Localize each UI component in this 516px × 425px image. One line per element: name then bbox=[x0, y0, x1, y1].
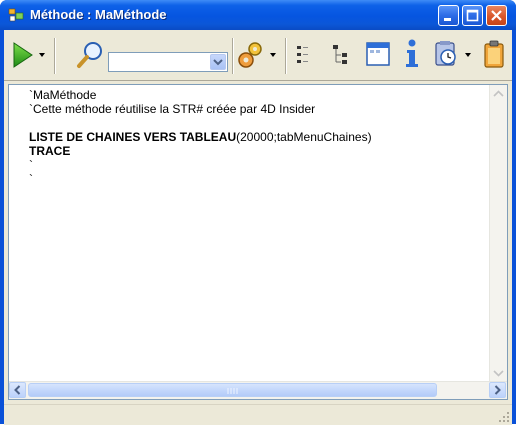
code-line: TRACE bbox=[29, 144, 71, 158]
method-window: Méthode : MaMéthode `MaMéthode `Cette mé… bbox=[0, 0, 516, 425]
scroll-left-button[interactable] bbox=[9, 382, 26, 398]
info-icon[interactable] bbox=[402, 38, 422, 70]
minimize-button[interactable] bbox=[438, 5, 459, 26]
chevron-down-icon bbox=[213, 59, 223, 66]
scroll-down-button[interactable] bbox=[490, 365, 507, 382]
window-client: `MaMéthode `Cette méthode réutilise la S… bbox=[4, 30, 512, 425]
vertical-scrollbar[interactable] bbox=[489, 85, 507, 382]
form-icon[interactable] bbox=[364, 40, 392, 68]
clock-dropdown-arrow[interactable] bbox=[464, 52, 472, 58]
toolbar bbox=[4, 30, 512, 81]
tree-icon[interactable] bbox=[332, 43, 352, 67]
chevron-left-icon bbox=[14, 385, 21, 395]
code-line: LISTE DE CHAINES VERS TABLEAU(20000;tabM… bbox=[29, 130, 372, 144]
combo-dropdown-button[interactable] bbox=[210, 54, 226, 70]
code-line: `MaMéthode bbox=[29, 88, 97, 102]
resize-grip-icon[interactable] bbox=[498, 411, 510, 423]
title-bar[interactable]: Méthode : MaMéthode bbox=[0, 0, 516, 30]
toolbar-separator bbox=[232, 38, 234, 74]
code-line: ` bbox=[29, 158, 33, 172]
code-line: `Cette méthode réutilise la STR# créée p… bbox=[29, 102, 316, 116]
list-icon[interactable] bbox=[296, 43, 310, 67]
gear-icon[interactable] bbox=[236, 38, 266, 70]
method-dropdown[interactable] bbox=[108, 52, 228, 72]
chevron-right-icon bbox=[494, 385, 501, 395]
code-text[interactable]: `MaMéthode `Cette méthode réutilise la S… bbox=[29, 88, 372, 186]
chevron-down-icon bbox=[493, 370, 504, 377]
code-editor[interactable]: `MaMéthode `Cette méthode réutilise la S… bbox=[8, 84, 508, 400]
toolbar-separator bbox=[54, 38, 56, 74]
close-button[interactable] bbox=[486, 5, 507, 26]
clock-icon[interactable] bbox=[434, 39, 460, 69]
maximize-button[interactable] bbox=[462, 5, 483, 26]
gear-dropdown-arrow[interactable] bbox=[269, 52, 277, 58]
method-window-icon bbox=[8, 8, 24, 22]
code-line: ` bbox=[29, 172, 33, 186]
window-title: Méthode : MaMéthode bbox=[30, 7, 167, 22]
search-icon[interactable] bbox=[76, 40, 104, 70]
horizontal-scroll-thumb[interactable] bbox=[28, 383, 437, 397]
toolbar-separator bbox=[285, 38, 287, 74]
run-icon[interactable] bbox=[10, 40, 36, 70]
scroll-right-button[interactable] bbox=[489, 382, 506, 398]
status-bar bbox=[4, 404, 512, 425]
run-dropdown-arrow[interactable] bbox=[38, 52, 46, 58]
clipboard-icon[interactable] bbox=[482, 39, 506, 69]
window-frame: `MaMéthode `Cette méthode réutilise la S… bbox=[0, 30, 516, 425]
horizontal-scrollbar[interactable] bbox=[9, 381, 507, 399]
chevron-up-icon bbox=[493, 90, 504, 97]
thumb-grip-icon bbox=[227, 388, 238, 394]
scroll-up-button[interactable] bbox=[490, 85, 507, 102]
